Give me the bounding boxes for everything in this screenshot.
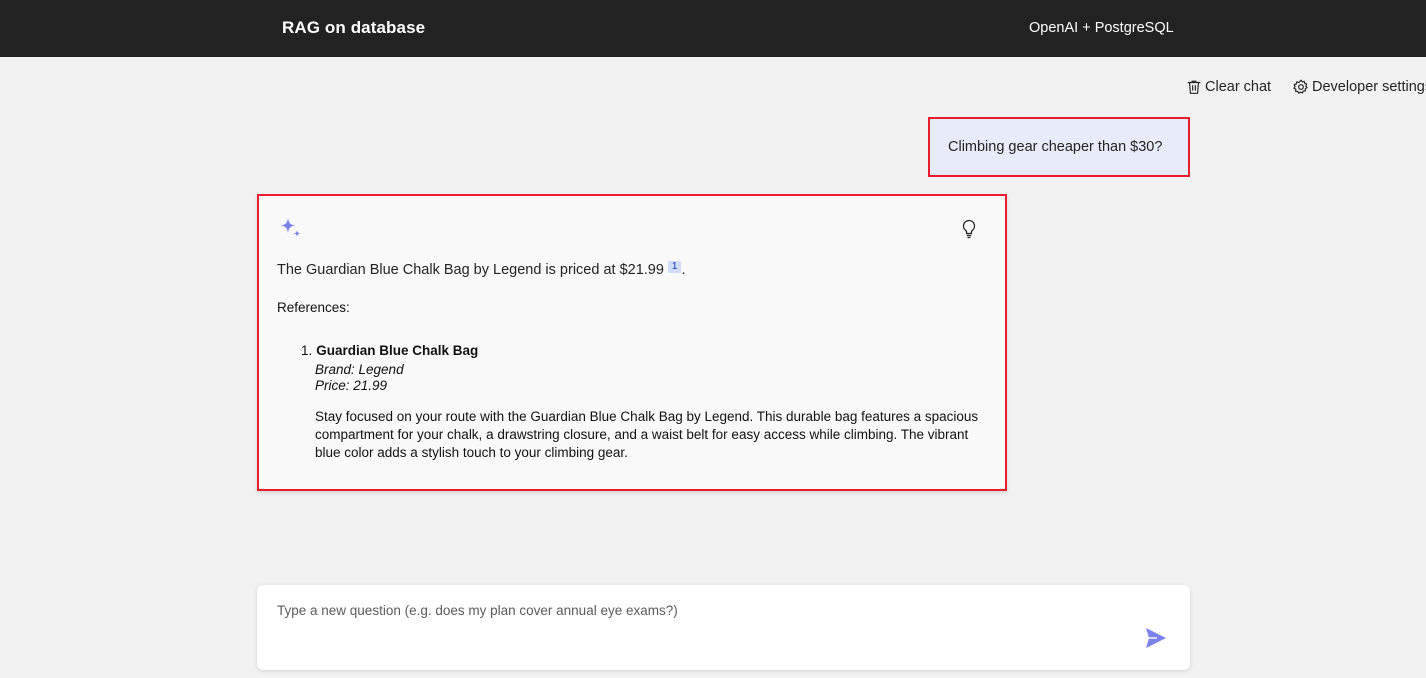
user-message-text: Climbing gear cheaper than $30? (948, 139, 1163, 155)
reference-price: Price: 21.99 (315, 378, 388, 393)
send-icon (1146, 628, 1166, 648)
app-subtitle: OpenAI + PostgreSQL (1029, 20, 1174, 36)
answer-text: The Guardian Blue Chalk Bag by Legend is… (277, 261, 686, 278)
reference-item: 1. Guardian Blue Chalk Bag Brand: Legend… (301, 343, 991, 462)
answer-trailing: . (681, 262, 686, 278)
developer-settings-button[interactable]: Developer settings (1292, 78, 1426, 96)
developer-settings-label: Developer settings (1312, 79, 1426, 95)
trash-icon (1187, 80, 1201, 94)
app-title[interactable]: RAG on database (282, 18, 425, 38)
lightbulb-icon[interactable] (959, 218, 979, 240)
assistant-answer: The Guardian Blue Chalk Bag by Legend is… (257, 194, 1007, 491)
command-bar: Clear chat Developer settings (1183, 78, 1426, 98)
reference-brand: Brand: Legend (315, 362, 404, 377)
sparkle-icon (281, 218, 301, 237)
citation-link[interactable]: 1 (667, 261, 682, 273)
reference-title: Guardian Blue Chalk Bag (316, 343, 479, 358)
top-bar: RAG on database OpenAI + PostgreSQL (0, 0, 1426, 57)
reference-number: 1. (301, 343, 313, 358)
answer-body: The Guardian Blue Chalk Bag by Legend is… (277, 262, 664, 278)
question-input[interactable] (277, 603, 1117, 653)
reference-description: Stay focused on your route with the Guar… (315, 409, 979, 460)
clear-chat-button[interactable]: Clear chat (1185, 78, 1271, 96)
send-button[interactable] (1143, 625, 1169, 651)
gear-icon (1293, 79, 1308, 95)
references-heading: References: (277, 300, 350, 315)
clear-chat-label: Clear chat (1205, 79, 1272, 95)
user-message: Climbing gear cheaper than $30? (928, 117, 1190, 177)
question-composer (257, 585, 1190, 670)
